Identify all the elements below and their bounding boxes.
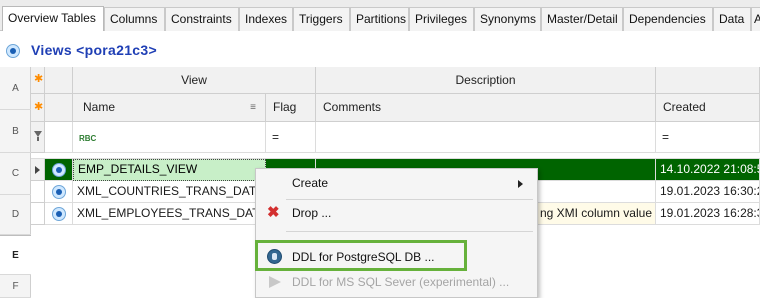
- row-created-cell[interactable]: 14.10.2022 21:08:52: [656, 159, 760, 181]
- menu-item-create[interactable]: Create: [256, 171, 537, 195]
- strip-item-b[interactable]: B: [0, 110, 31, 153]
- group-header-blank: [656, 67, 760, 94]
- row-indicator[interactable]: [31, 181, 45, 203]
- filter-operator-created: =: [662, 130, 670, 144]
- highlight-box: [255, 240, 467, 271]
- index-strip: A B C D E F: [0, 67, 31, 298]
- menu-item-ddl-ms-sql-label: DDL for MS SQL Sever (experimental) ...: [292, 275, 510, 289]
- row-name-cell[interactable]: XML_EMPLOYEES_TRANS_DATA_: [73, 203, 266, 225]
- strip-item-f[interactable]: F: [0, 275, 31, 298]
- tab-data[interactable]: Data: [713, 7, 751, 31]
- header-gutter: ✱: [31, 67, 45, 94]
- tab-indexes[interactable]: Indexes: [239, 7, 293, 31]
- tab-triggers[interactable]: Triggers: [293, 7, 350, 31]
- context-menu: Create ✖ Drop ... DDL for PostgreSQL DB …: [255, 168, 538, 298]
- icon-col-group-header: [45, 67, 73, 94]
- row-created-cell[interactable]: 19.01.2023 16:28:37: [656, 203, 760, 225]
- group-header-description[interactable]: Description: [316, 67, 656, 94]
- tab-overview-tables[interactable]: Overview Tables: [2, 6, 104, 31]
- menu-item-create-label: Create: [292, 176, 329, 190]
- tab-privileges[interactable]: Privileges: [409, 7, 474, 31]
- filter-cell-created[interactable]: =: [656, 122, 760, 153]
- submenu-arrow-icon: [518, 180, 523, 188]
- row-icon-cell[interactable]: [45, 181, 73, 203]
- column-header-name[interactable]: Name ≡: [73, 94, 266, 122]
- filter-cell-flag[interactable]: =: [266, 122, 316, 153]
- tab-master-detail[interactable]: Master/Detail: [541, 7, 623, 31]
- column-header-name-label: Name: [83, 100, 116, 114]
- row-indicator[interactable]: [31, 159, 45, 181]
- views-eye-icon: [6, 44, 20, 58]
- tab-partitions[interactable]: Partitions: [350, 7, 409, 31]
- menu-item-drop-label: Drop ...: [292, 206, 332, 220]
- view-eye-icon: [52, 185, 66, 199]
- filter-cell-comments[interactable]: [316, 122, 656, 153]
- drop-x-icon: ✖: [267, 204, 280, 221]
- strip-item-d[interactable]: D: [0, 195, 31, 235]
- filter-operator-flag: =: [272, 130, 280, 144]
- strip-item-a[interactable]: A: [0, 67, 31, 110]
- tab-constraints[interactable]: Constraints: [165, 7, 239, 31]
- filter-icon[interactable]: [34, 131, 42, 141]
- view-eye-icon: [52, 207, 66, 221]
- filter-operator-name: RBC: [79, 134, 97, 143]
- icon-col-header: [45, 94, 73, 122]
- strip-item-e[interactable]: E: [0, 235, 31, 275]
- menu-separator: [286, 231, 533, 232]
- strip-item-c[interactable]: C: [0, 153, 31, 195]
- sort-icon[interactable]: ≡: [250, 94, 256, 121]
- row-indicator[interactable]: [31, 203, 45, 225]
- current-row-arrow-icon: [35, 166, 40, 174]
- row-name-cell[interactable]: XML_COUNTRIES_TRANS_DATA_: [73, 181, 266, 203]
- view-eye-icon: [52, 163, 66, 177]
- new-row-star-icon: ✱: [34, 73, 44, 85]
- icon-col-filter: [45, 122, 73, 153]
- new-row-star-icon: ✱: [34, 101, 44, 113]
- column-header-created[interactable]: Created: [656, 94, 760, 122]
- tab-synonyms[interactable]: Synonyms: [474, 7, 541, 31]
- row-icon-cell[interactable]: [45, 159, 73, 181]
- menu-item-drop[interactable]: ✖ Drop ...: [256, 201, 537, 225]
- filter-cell-name[interactable]: RBC: [73, 122, 266, 153]
- filter-gutter: [31, 122, 45, 153]
- menu-item-ddl-ms-sql[interactable]: DDL for MS SQL Sever (experimental) ...: [256, 270, 537, 294]
- menu-separator: [286, 199, 533, 200]
- tab-more[interactable]: A: [751, 7, 760, 31]
- tab-dependencies[interactable]: Dependencies: [623, 7, 713, 31]
- columns-gutter: ✱: [31, 94, 45, 122]
- view-header: Views <pora21c3>: [0, 36, 760, 66]
- row-created-cell[interactable]: 19.01.2023 16:30:23: [656, 181, 760, 203]
- group-header-view[interactable]: View: [73, 67, 316, 94]
- column-header-flag[interactable]: Flag: [266, 94, 316, 122]
- column-header-comments[interactable]: Comments: [316, 94, 656, 122]
- tab-bar: Overview Tables Columns Constraints Inde…: [0, 0, 760, 31]
- page-title: Views <pora21c3>: [31, 42, 157, 58]
- ms-sql-icon: [269, 276, 281, 288]
- row-name-cell[interactable]: EMP_DETAILS_VIEW: [73, 159, 266, 181]
- tab-columns[interactable]: Columns: [104, 7, 165, 31]
- row-icon-cell[interactable]: [45, 203, 73, 225]
